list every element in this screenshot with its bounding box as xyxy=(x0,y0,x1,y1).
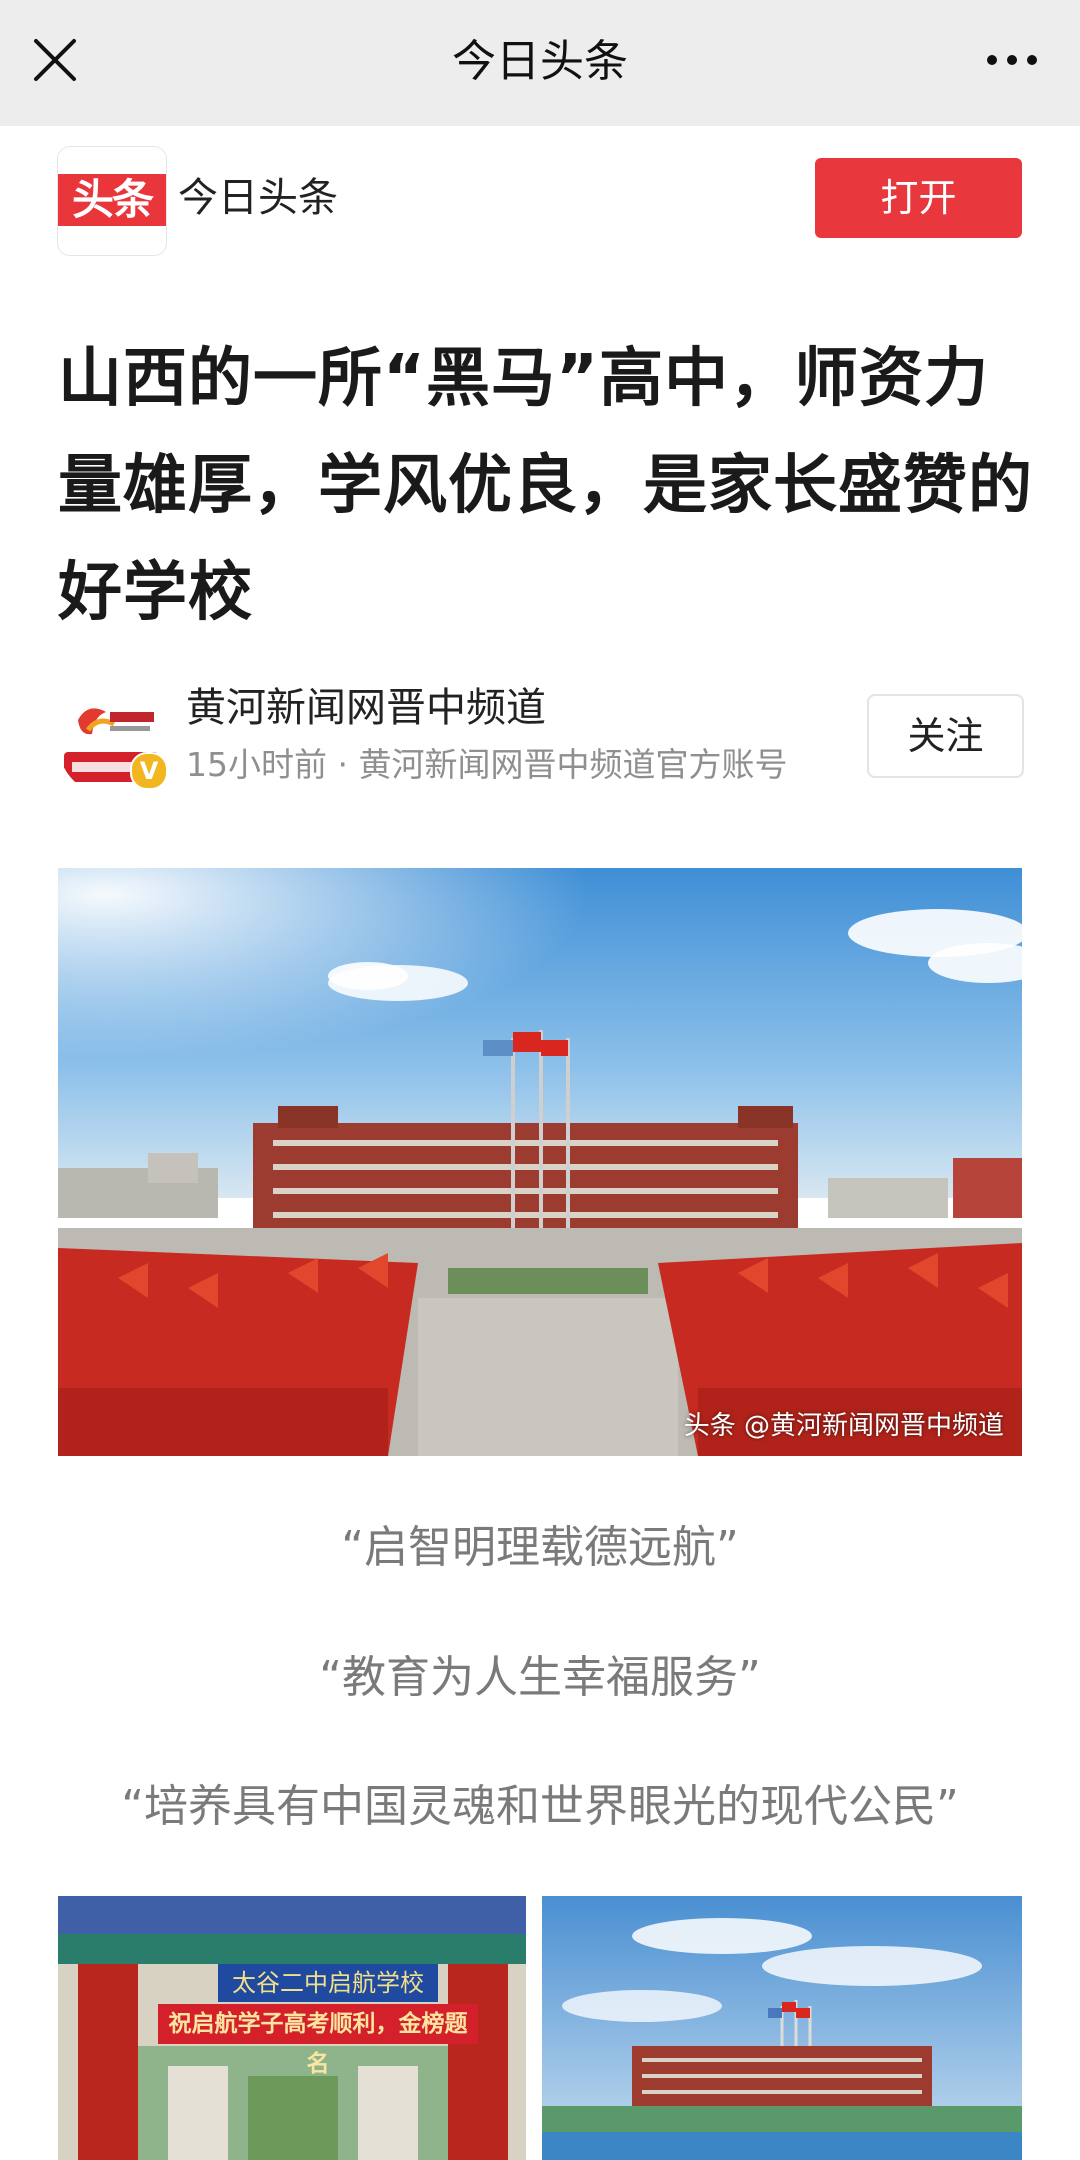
article-title: 山西的一所“黑马”高中，师资力量雄厚，学风优良，是家长盛赞的好学校 xyxy=(58,342,1033,630)
gate-sign: 太谷二中启航学校 xyxy=(218,1964,438,2002)
quote-line: “启智明理载德远航” xyxy=(341,1522,739,1573)
app-logo-text: 头条 xyxy=(58,174,166,226)
page-title: 今日头条 xyxy=(452,36,628,87)
top-navigation-bar: 今日头条 xyxy=(0,0,1080,126)
open-app-button[interactable]: 打开 xyxy=(815,158,1022,238)
school-gate-photo[interactable]: 太谷二中启航学校 祝启航学子高考顺利，金榜题名 xyxy=(58,1896,526,2160)
main-article-photo[interactable]: 头条 @黄河新闻网晋中频道 xyxy=(58,868,1022,1456)
school-building-photo[interactable] xyxy=(542,1896,1022,2160)
gate-banner: 祝启航学子高考顺利，金榜题名 xyxy=(158,2004,478,2077)
author-name[interactable]: 黄河新闻网晋中频道 xyxy=(186,680,546,736)
toutiao-app-logo: 头条 xyxy=(58,147,166,255)
app-name: 今日头条 xyxy=(178,175,338,221)
verified-badge-icon: V xyxy=(130,752,168,790)
follow-button[interactable]: 关注 xyxy=(867,694,1024,778)
author-meta: 15小时前 · 黄河新闻网晋中频道官方账号 xyxy=(186,745,788,784)
quote-line: “培养具有中国灵魂和世界眼光的现代公民” xyxy=(121,1781,959,1832)
quote-line: “教育为人生幸福服务” xyxy=(319,1652,761,1703)
more-horizontal-icon[interactable] xyxy=(984,52,1040,68)
photo-watermark: 头条 @黄河新闻网晋中频道 xyxy=(683,1411,1004,1441)
